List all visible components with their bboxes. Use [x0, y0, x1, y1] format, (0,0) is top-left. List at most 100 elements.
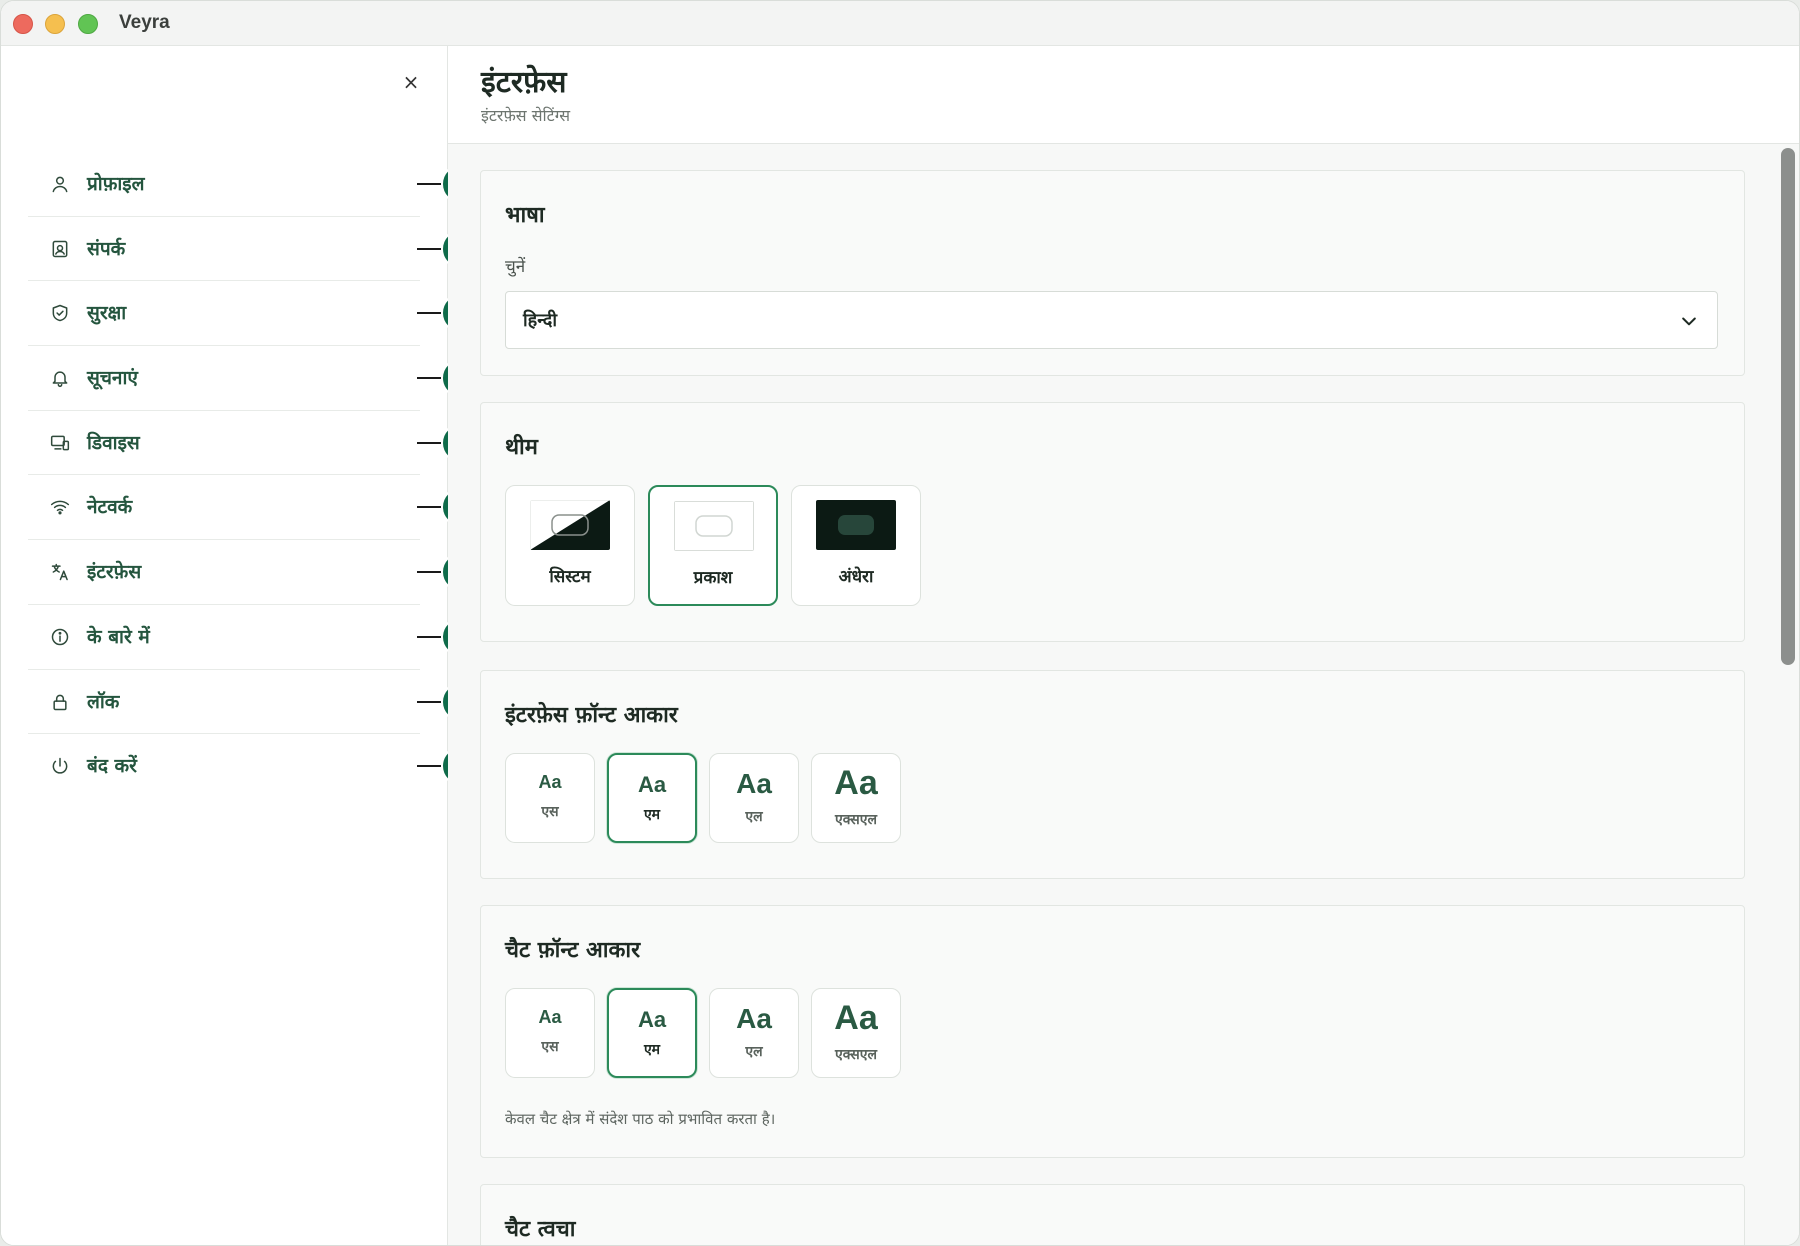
callout-line: [417, 183, 441, 185]
font-sample: Aa: [736, 768, 772, 799]
sidebar-item-notifications[interactable]: सूचनाएं 4: [28, 346, 481, 411]
bell-icon: [52, 371, 68, 388]
sidebar-item-label: सूचनाएं: [87, 367, 138, 390]
font-size-label: एम: [643, 807, 661, 823]
interface-font-title: इंटरफ़ेस फ़ॉन्ट आकार: [505, 703, 678, 728]
chat-font-size-l[interactable]: Aa एल: [709, 988, 799, 1078]
system-theme-preview: [530, 500, 610, 550]
close-icon[interactable]: ×: [399, 70, 423, 94]
theme-option-label: प्रकाश: [693, 568, 733, 588]
chevron-down-icon: [1682, 317, 1696, 326]
interface-font-size-m[interactable]: Aa एम: [607, 753, 697, 843]
theme-option-label: अंधेरा: [838, 567, 874, 587]
chat-font-size-s[interactable]: Aa एस: [505, 988, 595, 1078]
chat-font-title: चैट फ़ॉन्ट आकार: [505, 938, 641, 963]
sidebar-item-label: के बारे में: [87, 625, 150, 648]
interface-font-card: इंटरफ़ेस फ़ॉन्ट आकार Aa एस Aa एम Aa एल A…: [480, 670, 1745, 879]
sidebar-item-label: संपर्क: [87, 237, 126, 260]
power-icon: [52, 757, 68, 774]
font-size-label: एल: [745, 809, 763, 825]
chat-font-hint: केवल चैट क्षेत्र में संदेश पाठ को प्रभाव…: [505, 1110, 776, 1128]
app-title: Veyra: [119, 12, 170, 33]
callout-line: [417, 571, 441, 574]
sidebar-item-label: डिवाइस: [87, 431, 140, 454]
lock-icon: [53, 694, 67, 710]
window-maximize-button[interactable]: [78, 14, 98, 34]
sidebar-item-about[interactable]: के बारे में 8: [28, 605, 481, 670]
theme-option-system[interactable]: सिस्टम: [505, 485, 635, 606]
callout-line: [417, 247, 441, 250]
chat-font-size-m[interactable]: Aa एम: [607, 988, 697, 1078]
theme-option-label: सिस्टम: [549, 567, 591, 587]
font-size-label: एक्सएल: [835, 812, 877, 828]
language-select[interactable]: हिन्दी: [505, 291, 1718, 349]
shield-icon: [52, 305, 68, 322]
language-select-label: चुनें: [505, 257, 526, 277]
font-size-label: एल: [745, 1044, 763, 1060]
info-icon: [51, 628, 69, 646]
language-select-value: हिन्दी: [523, 310, 558, 331]
contact-icon: [52, 240, 68, 257]
font-sample: Aa: [834, 999, 878, 1037]
sidebar-item-label: इंटरफ़ेस: [87, 561, 142, 584]
theme-option-light[interactable]: प्रकाश: [648, 485, 778, 606]
sidebar-item-devices[interactable]: डिवाइस 5: [28, 411, 481, 476]
chat-skin-card: चैट त्वचा: [480, 1184, 1745, 1245]
sidebar-item-contacts[interactable]: संपर्क 2: [28, 217, 481, 282]
sidebar: × प्रोफ़ाइल 1 संपर्क 2 सुरक्षा 3: [1, 46, 481, 1245]
main-panel: इंटरफ़ेस इंटरफ़ेस सेटिंग्स भाषा चुनें हि…: [448, 46, 1799, 1245]
user-icon: [52, 176, 68, 193]
sidebar-item-network[interactable]: नेटवर्क 6: [28, 475, 481, 541]
callout-line: [417, 441, 441, 444]
callout-line: [417, 506, 441, 509]
sidebar-item-quit[interactable]: बंद करें 10: [28, 734, 481, 799]
scrollbar[interactable]: [1781, 146, 1795, 1245]
font-sample: Aa: [736, 1003, 772, 1034]
translate-icon: [51, 563, 68, 581]
font-sample: Aa: [637, 1007, 667, 1032]
app-window: Veyra × प्रोफ़ाइल 1 संपर्क 2 सुरक्षा 3: [0, 0, 1800, 1246]
sidebar-item-interface[interactable]: इंटरफ़ेस 7: [28, 540, 481, 605]
window-minimize-button[interactable]: [45, 14, 65, 34]
devices-icon: [50, 435, 70, 451]
callout-line: [417, 635, 441, 638]
font-sample: Aa: [538, 1007, 562, 1027]
sidebar-item-security[interactable]: सुरक्षा 3: [28, 281, 481, 347]
sidebar-item-label: नेटवर्क: [87, 496, 133, 519]
sidebar-item-label: लॉक: [87, 690, 120, 713]
sidebar-item-profile[interactable]: प्रोफ़ाइल 1: [28, 152, 481, 217]
font-sample: Aa: [637, 772, 667, 797]
wifi-icon: [50, 501, 70, 515]
font-size-label: एस: [541, 1039, 559, 1055]
page-title: इंटरफ़ेस: [481, 65, 567, 100]
page-header: इंटरफ़ेस इंटरफ़ेस सेटिंग्स: [448, 46, 1799, 144]
window-close-button[interactable]: [13, 14, 33, 34]
callout-line: [417, 700, 441, 703]
callout-line: [417, 377, 441, 380]
light-theme-preview: [674, 501, 754, 551]
font-size-label: एम: [643, 1042, 661, 1058]
font-size-label: एस: [541, 804, 559, 820]
sidebar-item-lock[interactable]: लॉक 9: [28, 670, 481, 735]
page-subtitle: इंटरफ़ेस सेटिंग्स: [481, 106, 571, 125]
chat-font-size-xl[interactable]: Aa एक्सएल: [811, 988, 901, 1078]
theme-option-dark[interactable]: अंधेरा: [791, 485, 921, 606]
sidebar-item-label: बंद करें: [87, 755, 137, 778]
language-title: भाषा: [505, 203, 545, 228]
title-bar: Veyra: [1, 1, 1799, 46]
scrollbar-thumb[interactable]: [1781, 148, 1795, 665]
font-sample: Aa: [538, 772, 562, 792]
sidebar-item-label: सुरक्षा: [87, 302, 127, 325]
interface-font-size-l[interactable]: Aa एल: [709, 753, 799, 843]
theme-title: थीम: [505, 435, 538, 460]
font-size-label: एक्सएल: [835, 1047, 877, 1063]
chat-font-card: चैट फ़ॉन्ट आकार Aa एस Aa एम Aa एल Aa एक्…: [480, 905, 1745, 1158]
sidebar-nav: प्रोफ़ाइल 1 संपर्क 2 सुरक्षा 3 सूचनाएं: [28, 152, 481, 799]
interface-font-size-xl[interactable]: Aa एक्सएल: [811, 753, 901, 843]
font-sample: Aa: [834, 764, 878, 802]
callout-line: [417, 312, 441, 315]
callout-line: [417, 765, 441, 768]
dark-theme-preview: [816, 500, 896, 550]
interface-font-size-s[interactable]: Aa एस: [505, 753, 595, 843]
language-card: भाषा चुनें हिन्दी: [480, 170, 1745, 376]
